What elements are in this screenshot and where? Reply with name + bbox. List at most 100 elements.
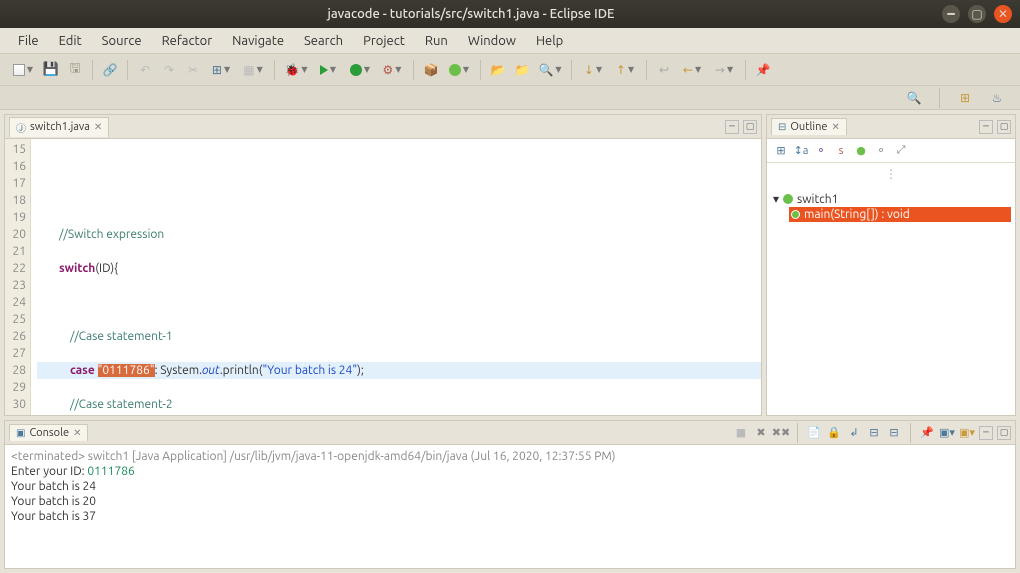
outline-tabs: ⊟ Outline ✕ ─ ▢: [767, 115, 1015, 139]
console-status: <terminated> switch1 [Java Application] …: [11, 449, 1009, 464]
link-button[interactable]: 🔗: [99, 59, 121, 81]
outline-node-method[interactable]: main(String[]) : void: [789, 207, 1011, 222]
maximize-console-button[interactable]: ▢: [997, 426, 1011, 440]
last-edit-button[interactable]: ↩: [653, 59, 675, 81]
run-button[interactable]: ▼: [313, 59, 343, 81]
quick-search-button[interactable]: 🔍: [903, 87, 925, 109]
outline-dropdown-icon[interactable]: ⋮: [767, 163, 1015, 185]
separator: [127, 60, 128, 80]
menu-navigate[interactable]: Navigate: [222, 32, 294, 50]
new-button[interactable]: ▼: [8, 59, 38, 81]
new-icon: [13, 64, 25, 76]
menu-run[interactable]: Run: [415, 32, 458, 50]
open-console-button[interactable]: ▣▾: [959, 425, 975, 441]
package-icon: 📦: [424, 63, 439, 77]
save-all-button[interactable]: 🖫: [64, 59, 86, 81]
class-label: switch1: [797, 193, 838, 206]
console-tab[interactable]: ▣ Console ✕: [9, 424, 88, 441]
maximize-button[interactable]: ▢: [968, 5, 986, 23]
separator: [571, 60, 572, 80]
maximize-pane-button[interactable]: ▢: [743, 120, 757, 134]
coverage-button[interactable]: ▼: [345, 59, 375, 81]
terminate-button[interactable]: ■: [733, 425, 749, 441]
editor-body[interactable]: 15161718192021222324252627282930 //Switc…: [5, 139, 761, 415]
search-button[interactable]: 🔍▼: [535, 59, 565, 81]
save-button[interactable]: 💾: [40, 59, 62, 81]
menu-help[interactable]: Help: [526, 32, 573, 50]
prev-annotation-button[interactable]: ↑▼: [610, 59, 640, 81]
back-icon: ←: [683, 63, 693, 77]
editor-tab-switch1[interactable]: Ⓙ switch1.java ✕: [9, 117, 109, 137]
close-tab-icon[interactable]: ✕: [94, 121, 102, 133]
code-area[interactable]: //Switch expression switch(ID){ //Case s…: [31, 139, 761, 415]
link-button[interactable]: ⤢: [893, 143, 909, 159]
open-type-button[interactable]: ⊞▼: [206, 59, 236, 81]
minimize-pane-button[interactable]: ─: [725, 120, 739, 134]
pin-editor-button[interactable]: 📌: [752, 59, 774, 81]
sort-button[interactable]: ↕a: [793, 143, 809, 159]
focus-button[interactable]: ⊞: [773, 143, 789, 159]
line-gutter: 15161718192021222324252627282930: [5, 139, 31, 415]
new-package-button[interactable]: 📦: [420, 59, 442, 81]
separator: [480, 60, 481, 80]
menu-project[interactable]: Project: [353, 32, 415, 50]
remove-launch-button[interactable]: ✖: [753, 425, 769, 441]
outline-toolbar: ⊞ ↕a ⚬ s ● ⚬ ⤢: [767, 139, 1015, 163]
menu-refactor[interactable]: Refactor: [152, 32, 223, 50]
hide-static-button[interactable]: s: [833, 143, 849, 159]
back-button[interactable]: ←▼: [677, 59, 707, 81]
clear-console-button[interactable]: 📄: [806, 425, 822, 441]
separator: [939, 88, 940, 108]
new-class-button[interactable]: ▼: [444, 59, 474, 81]
separator: [910, 423, 911, 443]
minimize-button[interactable]: ━: [942, 5, 960, 23]
redo-button[interactable]: ↷: [158, 59, 180, 81]
open-task-button[interactable]: 📂: [487, 59, 509, 81]
hide-fields-button[interactable]: ⚬: [813, 143, 829, 159]
menu-search[interactable]: Search: [294, 32, 353, 50]
forward-button[interactable]: →▼: [709, 59, 739, 81]
outline-icon: ⊟: [778, 121, 786, 133]
scroll-lock-button[interactable]: 🔒: [826, 425, 842, 441]
coverage-icon: [350, 64, 362, 76]
minimize-console-button[interactable]: ─: [979, 426, 993, 440]
debug-button[interactable]: 🐞▼: [281, 59, 311, 81]
expand-icon[interactable]: ▾: [773, 192, 779, 206]
close-button[interactable]: ✕: [994, 5, 1012, 23]
menu-file[interactable]: File: [8, 32, 49, 50]
remove-all-button[interactable]: ✖✖: [773, 425, 789, 441]
pin-console-button[interactable]: 📌: [919, 425, 935, 441]
outline-node-class[interactable]: ▾ switch1: [771, 191, 1011, 207]
ext-tools-button[interactable]: ⚙▼: [377, 59, 407, 81]
work-area: Ⓙ switch1.java ✕ ─ ▢ 1516171819202122232…: [0, 110, 1020, 573]
outline-pane: ⊟ Outline ✕ ─ ▢ ⊞ ↕a ⚬ s ● ⚬ ⤢ ⋮: [766, 114, 1016, 416]
minimize-outline-button[interactable]: ─: [979, 120, 993, 134]
console-title: Console: [29, 427, 69, 439]
bug-icon: 🐞: [284, 63, 299, 77]
build-button[interactable]: ▦▼: [238, 59, 268, 81]
show-std-err-button[interactable]: ⊟: [886, 425, 902, 441]
next-annotation-button[interactable]: ↓▼: [578, 59, 608, 81]
method-icon: [791, 210, 800, 219]
word-wrap-button[interactable]: ↲: [846, 425, 862, 441]
close-outline-icon[interactable]: ✕: [831, 121, 839, 133]
maximize-outline-button[interactable]: ▢: [997, 120, 1011, 134]
menu-source[interactable]: Source: [92, 32, 152, 50]
console-output[interactable]: <terminated> switch1 [Java Application] …: [5, 445, 1015, 528]
outline-tab[interactable]: ⊟ Outline ✕: [771, 118, 847, 135]
separator: [797, 423, 798, 443]
cut-button[interactable]: ✂: [182, 59, 204, 81]
display-console-button[interactable]: ▣▾: [939, 425, 955, 441]
hide-local-button[interactable]: ⚬: [873, 143, 889, 159]
open-perspective-button[interactable]: ⊞: [954, 87, 976, 109]
outline-title: Outline: [790, 121, 827, 133]
close-console-icon[interactable]: ✕: [73, 427, 81, 439]
menu-edit[interactable]: Edit: [49, 32, 92, 50]
editor-pane: Ⓙ switch1.java ✕ ─ ▢ 1516171819202122232…: [4, 114, 762, 416]
hide-nonpublic-button[interactable]: ●: [853, 143, 869, 159]
undo-button[interactable]: ↶: [134, 59, 156, 81]
show-std-out-button[interactable]: ⊟: [866, 425, 882, 441]
java-perspective-button[interactable]: ♨: [986, 87, 1008, 109]
open-resource-button[interactable]: 📁: [511, 59, 533, 81]
menu-window[interactable]: Window: [458, 32, 526, 50]
